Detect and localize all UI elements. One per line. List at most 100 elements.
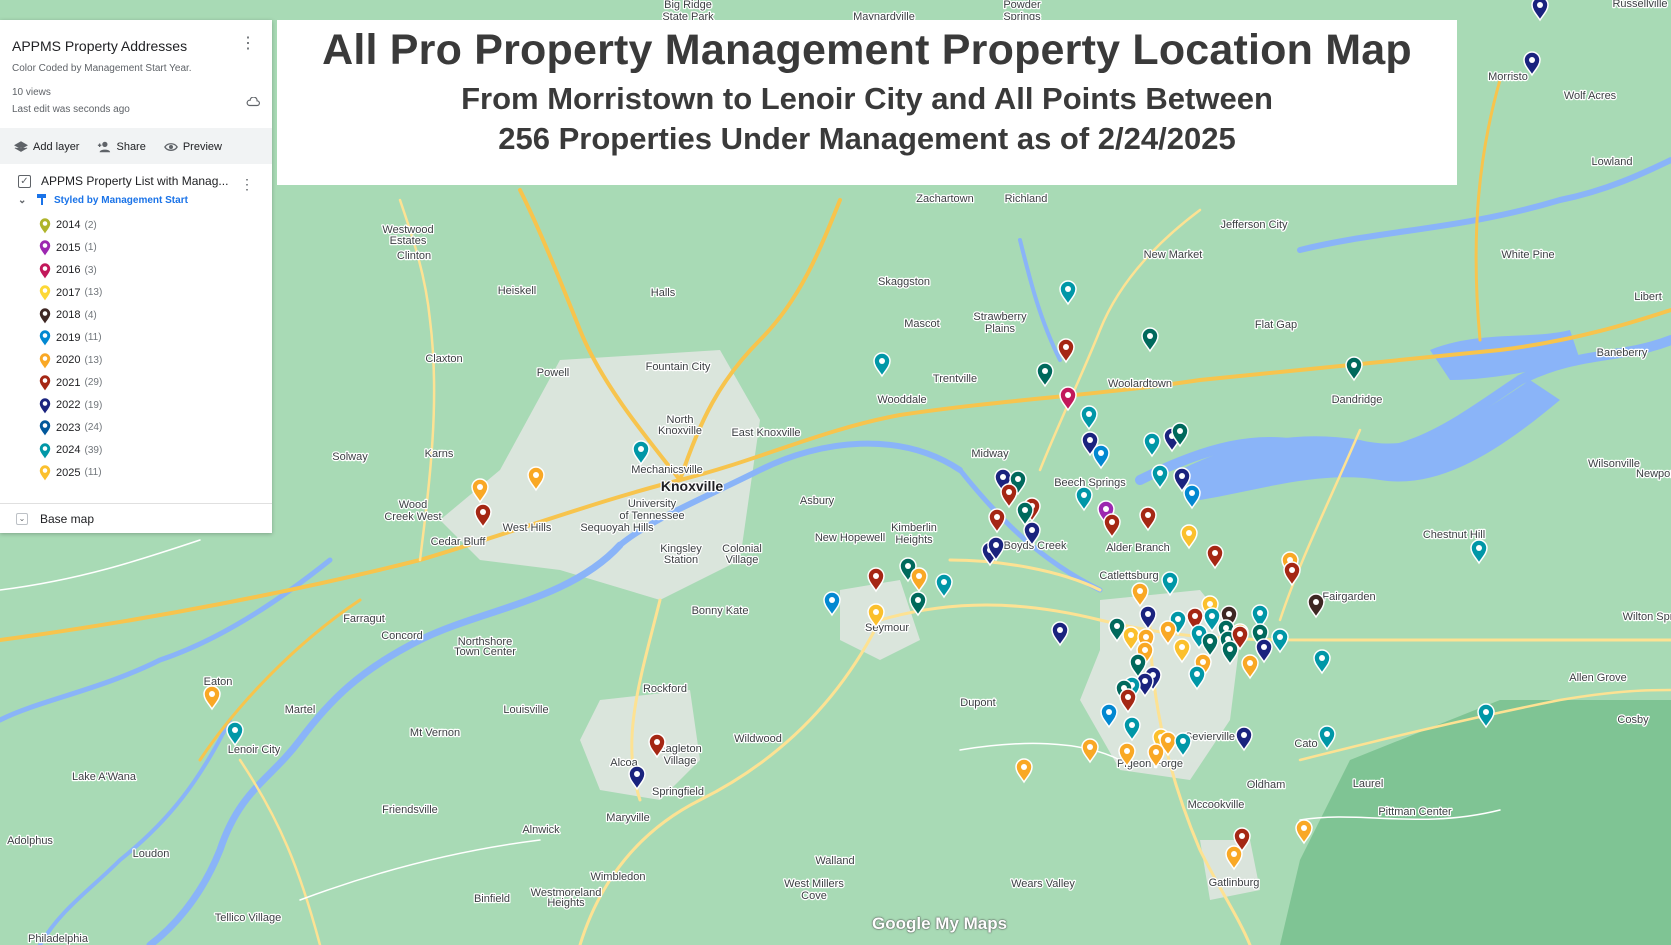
legend-count: (1) — [84, 242, 97, 254]
map-pin-icon — [39, 443, 51, 459]
place-label: Mt Vernon — [410, 727, 460, 739]
legend-item-2024[interactable]: 2024 (39) — [38, 439, 260, 462]
place-label: Halls — [651, 287, 676, 299]
place-label: Knoxville — [661, 478, 723, 494]
map-pin-icon — [39, 263, 51, 279]
map-pin-icon — [39, 375, 51, 391]
place-label: Gatlinburg — [1209, 877, 1260, 889]
legend-list: 2014 (2) 2015 (1) 2016 (3) 2017 (13) 2018 (4) 2019… — [18, 214, 260, 484]
legend-count: (11) — [84, 332, 102, 344]
layer-style-link[interactable]: ⌄ Styled by Management Start — [18, 194, 260, 206]
place-label: Russellville — [1612, 0, 1667, 10]
share-label: Share — [116, 141, 146, 153]
chevron-down-icon[interactable]: ⌄ — [18, 195, 30, 206]
place-label: Loudon — [133, 848, 170, 860]
place-label: Solway — [332, 451, 368, 463]
place-label: Mccookville — [1188, 799, 1245, 811]
place-label: Cato — [1294, 738, 1317, 750]
place-label: White Pine — [1501, 249, 1554, 261]
legend-item-2020[interactable]: 2020 (13) — [38, 349, 260, 372]
place-label: Clinton — [397, 250, 431, 262]
place-label: Dandridge — [1332, 394, 1383, 406]
share-button[interactable]: Share — [97, 140, 146, 154]
legend-item-2022[interactable]: 2022 (19) — [38, 394, 260, 417]
legend-year: 2016 — [56, 264, 81, 277]
map-pin-icon — [39, 330, 51, 346]
add-layer-button[interactable]: Add layer — [14, 140, 79, 154]
place-label: Alnwick — [522, 824, 560, 836]
place-label: Claxton — [425, 353, 462, 365]
map-pin-icon — [39, 240, 51, 256]
legend-item-2023[interactable]: 2023 (24) — [38, 417, 260, 440]
place-label: Big Ridge — [664, 0, 712, 11]
legend-item-2021[interactable]: 2021 (29) — [38, 372, 260, 395]
legend-item-2017[interactable]: 2017 (13) — [38, 282, 260, 305]
place-label: Skaggston — [878, 276, 930, 288]
expand-icon[interactable]: ⌄ — [16, 512, 28, 525]
legend-count: (2) — [84, 219, 97, 231]
legend-item-2018[interactable]: 2018 (4) — [38, 304, 260, 327]
place-label: Springfield — [652, 786, 704, 798]
place-label: Asbury — [800, 495, 835, 507]
place-label: Heights — [895, 534, 933, 546]
place-label: Heiskell — [498, 285, 537, 297]
place-label: Wolf Acres — [1564, 90, 1617, 102]
map-title[interactable]: APPMS Property Addresses — [12, 38, 260, 54]
place-label: Lowland — [1592, 156, 1633, 168]
legend-item-2014[interactable]: 2014 (2) — [38, 214, 260, 237]
place-label: Knoxville — [658, 425, 702, 437]
layer-options-icon[interactable]: ⋮ — [240, 176, 254, 193]
layer-section: ✓ APPMS Property List with Manag... ⋮ ⌄ … — [0, 164, 272, 484]
place-label: Creek West — [384, 511, 441, 523]
place-label: Newpor — [1636, 468, 1671, 480]
place-label: Village — [664, 755, 697, 767]
legend-year: 2014 — [56, 219, 81, 232]
layer-name[interactable]: APPMS Property List with Manag... — [41, 174, 228, 188]
legend-item-2025[interactable]: 2025 (11) — [38, 462, 260, 485]
place-label: Morristo — [1488, 71, 1528, 83]
place-label: Heights — [547, 897, 585, 909]
place-label: Fountain City — [646, 361, 711, 373]
map-pin-icon — [39, 398, 51, 414]
add-layer-label: Add layer — [33, 141, 80, 153]
place-label: Trentville — [933, 373, 977, 385]
legend-item-2019[interactable]: 2019 (11) — [38, 327, 260, 350]
place-label: Wilsonville — [1588, 458, 1640, 470]
place-label: Sevierville — [1185, 731, 1235, 743]
legend-item-2016[interactable]: 2016 (3) — [38, 259, 260, 282]
place-label: Kimberlin — [891, 522, 937, 534]
map-options-icon[interactable]: ⋮ — [240, 36, 256, 52]
place-label: Wildwood — [734, 733, 782, 745]
preview-button[interactable]: Preview — [163, 140, 222, 154]
style-label: Styled by Management Start — [54, 194, 188, 206]
legend-count: (3) — [84, 264, 97, 276]
place-label: Philadelphia — [28, 933, 89, 945]
legend-year: 2017 — [56, 286, 81, 299]
map-description: Color Coded by Management Start Year. — [12, 63, 192, 74]
last-edit-status: Last edit was seconds ago — [12, 104, 130, 115]
place-label: Bonny Kate — [692, 605, 749, 617]
legend-year: 2022 — [56, 399, 81, 412]
panel-toolbar: Add layer Share Preview — [0, 128, 272, 164]
layer-header[interactable]: ✓ APPMS Property List with Manag... — [18, 174, 260, 188]
layer-visibility-checkbox[interactable]: ✓ — [18, 174, 31, 188]
legend-item-2015[interactable]: 2015 (1) — [38, 237, 260, 260]
legend-count: (4) — [84, 309, 97, 321]
place-label: East Knoxville — [731, 427, 800, 439]
place-label: Sequoyah Hills — [580, 522, 654, 534]
place-label: West Millers — [784, 878, 844, 890]
legend-count: (29) — [84, 377, 103, 389]
place-label: Louisville — [503, 704, 548, 716]
place-label: Concord — [381, 630, 423, 642]
place-label: Binfield — [474, 893, 510, 905]
place-label: Karns — [425, 448, 454, 460]
base-map-row[interactable]: ⌄ Base map — [0, 503, 272, 533]
place-label: Cove — [801, 890, 827, 902]
layers-icon — [14, 141, 28, 152]
preview-label: Preview — [182, 141, 222, 153]
legend-year: 2018 — [56, 309, 81, 322]
map-pin-icon — [39, 420, 51, 436]
place-label: Station — [664, 554, 698, 566]
place-label: Dupont — [960, 697, 995, 709]
place-label: Oldham — [1247, 779, 1286, 791]
